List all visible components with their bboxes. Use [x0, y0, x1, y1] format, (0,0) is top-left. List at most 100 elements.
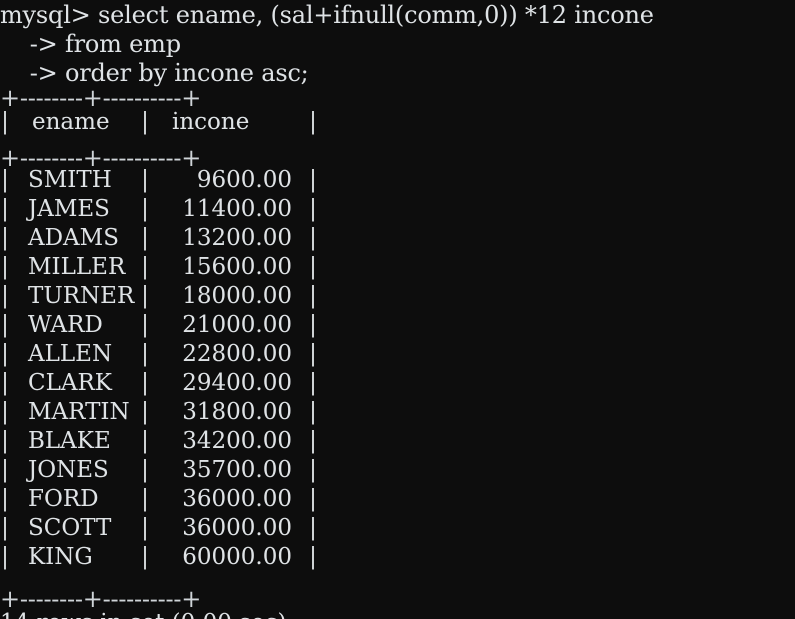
result-rows-table: | SMITH | 9600.00 | | JAMES | 11400.00 | | ADAMS | 13… — [0, 166, 318, 572]
row-border-left: | — [1, 225, 9, 251]
row-border-mid: | — [141, 167, 149, 193]
row-border-left: | — [1, 254, 9, 280]
cell-ename: ADAMS — [28, 225, 119, 251]
row-border-right: | — [309, 167, 317, 193]
result-table-body: | ename | incone | — [0, 108, 318, 137]
row-border-mid: | — [141, 486, 149, 512]
table-header-row: | ename | incone | — [0, 108, 318, 137]
table-row: | ADAMS | 13200.00 | — [0, 224, 318, 253]
cell-ename: MARTIN — [28, 399, 130, 425]
cell-ename: MILLER — [28, 254, 126, 280]
row-border-right: | — [309, 428, 317, 454]
row-border-right: | — [309, 515, 317, 541]
row-border-mid: | — [141, 283, 149, 309]
row-border-right: | — [309, 109, 317, 135]
row-border-right: | — [309, 196, 317, 222]
table-row: | FORD | 36000.00 | — [0, 485, 318, 514]
row-border-left: | — [1, 428, 9, 454]
cell-incone: 9600.00 — [196, 167, 292, 193]
cell-ename: JAMES — [28, 196, 110, 222]
row-border-left: | — [1, 312, 9, 338]
cell-ename: SMITH — [28, 167, 112, 193]
result-table: | ename | incone | — [0, 108, 318, 137]
table-row: | CLARK | 29400.00 | — [0, 369, 318, 398]
row-border-right: | — [309, 283, 317, 309]
cell-incone: 60000.00 — [182, 544, 292, 570]
row-border-left: | — [1, 457, 9, 483]
table-row: | SMITH | 9600.00 | — [0, 166, 318, 195]
query-line-2: -> from emp — [0, 30, 181, 58]
row-border-mid: | — [141, 370, 149, 396]
cell-incone: 31800.00 — [182, 399, 292, 425]
terminal-window[interactable]: mysql> select ename, (sal+ifnull(comm,0)… — [0, 0, 795, 619]
cell-ename: FORD — [28, 486, 99, 512]
row-border-mid: | — [141, 196, 149, 222]
row-border-left: | — [1, 399, 9, 425]
table-row: | KING | 60000.00 | — [0, 543, 318, 572]
row-border-mid: | — [141, 457, 149, 483]
row-border-left: | — [1, 486, 9, 512]
cell-ename: SCOTT — [28, 515, 112, 541]
column-header-incone[interactable]: incone — [150, 108, 308, 137]
row-border-left: | — [1, 341, 9, 367]
table-row: | SCOTT | 36000.00 | — [0, 514, 318, 543]
row-border-right: | — [309, 457, 317, 483]
row-border-mid: | — [141, 544, 149, 570]
cell-incone: 15600.00 — [182, 254, 292, 280]
table-row: | MILLER | 15600.00 | — [0, 253, 318, 282]
cell-ename: KING — [28, 544, 93, 570]
cell-incone: 36000.00 — [182, 515, 292, 541]
cell-ename: CLARK — [28, 370, 112, 396]
row-border-right: | — [309, 312, 317, 338]
table-row: | BLAKE | 34200.00 | — [0, 427, 318, 456]
result-rows-body: | SMITH | 9600.00 | | JAMES | 11400.00 | | ADAMS | 13… — [0, 166, 318, 572]
row-border-mid: | — [141, 399, 149, 425]
sql-query-block: mysql> select ename, (sal+ifnull(comm,0)… — [0, 0, 795, 87]
row-border-left: | — [1, 109, 9, 135]
row-border-mid: | — [141, 428, 149, 454]
table-top-rule: +--------+----------+ — [0, 84, 202, 112]
row-border-right: | — [309, 399, 317, 425]
table-row: | JONES | 35700.00 | — [0, 456, 318, 485]
row-border-left: | — [1, 196, 9, 222]
result-rows-area: | SMITH | 9600.00 | | JAMES | 11400.00 | | ADAMS | 13… — [0, 166, 330, 572]
result-table-area: | ename | incone | — [0, 108, 330, 137]
cell-ename: JONES — [28, 457, 109, 483]
table-row: | JAMES | 11400.00 | — [0, 195, 318, 224]
table-row: | MARTIN | 31800.00 | — [0, 398, 318, 427]
cell-incone: 22800.00 — [182, 341, 292, 367]
row-border-mid: | — [141, 515, 149, 541]
table-bottom-rule: +--------+----------+ — [0, 585, 202, 613]
cell-incone: 36000.00 — [182, 486, 292, 512]
cell-incone: 34200.00 — [182, 428, 292, 454]
row-border-right: | — [309, 225, 317, 251]
query-line-3: -> order by incone asc; — [0, 59, 309, 87]
row-border-right: | — [309, 544, 317, 570]
row-border-mid: | — [141, 341, 149, 367]
cell-incone: 18000.00 — [182, 283, 292, 309]
row-border-left: | — [1, 370, 9, 396]
row-border-mid: | — [141, 225, 149, 251]
row-border-left: | — [1, 283, 9, 309]
cell-ename: BLAKE — [28, 428, 111, 454]
table-row: | ALLEN | 22800.00 | — [0, 340, 318, 369]
rows-in-set-status: 14 rows in set (0.00 sec) — [0, 609, 286, 619]
column-header-ename[interactable]: ename — [10, 108, 140, 137]
row-border-right: | — [309, 254, 317, 280]
cell-incone: 29400.00 — [182, 370, 292, 396]
row-border-right: | — [309, 370, 317, 396]
row-border-right: | — [309, 341, 317, 367]
table-row: | WARD | 21000.00 | — [0, 311, 318, 340]
table-row: | TURNER | 18000.00 | — [0, 282, 318, 311]
cell-incone: 11400.00 — [182, 196, 292, 222]
query-line-1: mysql> select ename, (sal+ifnull(comm,0)… — [0, 1, 654, 29]
cell-incone: 21000.00 — [182, 312, 292, 338]
row-border-mid: | — [141, 254, 149, 280]
row-border-right: | — [309, 486, 317, 512]
row-border-left: | — [1, 515, 9, 541]
table-header-rule: +--------+----------+ — [0, 144, 202, 172]
row-border-mid: | — [141, 109, 149, 135]
cell-incone: 13200.00 — [182, 225, 292, 251]
cell-incone: 35700.00 — [182, 457, 292, 483]
cell-ename: TURNER — [28, 283, 135, 309]
